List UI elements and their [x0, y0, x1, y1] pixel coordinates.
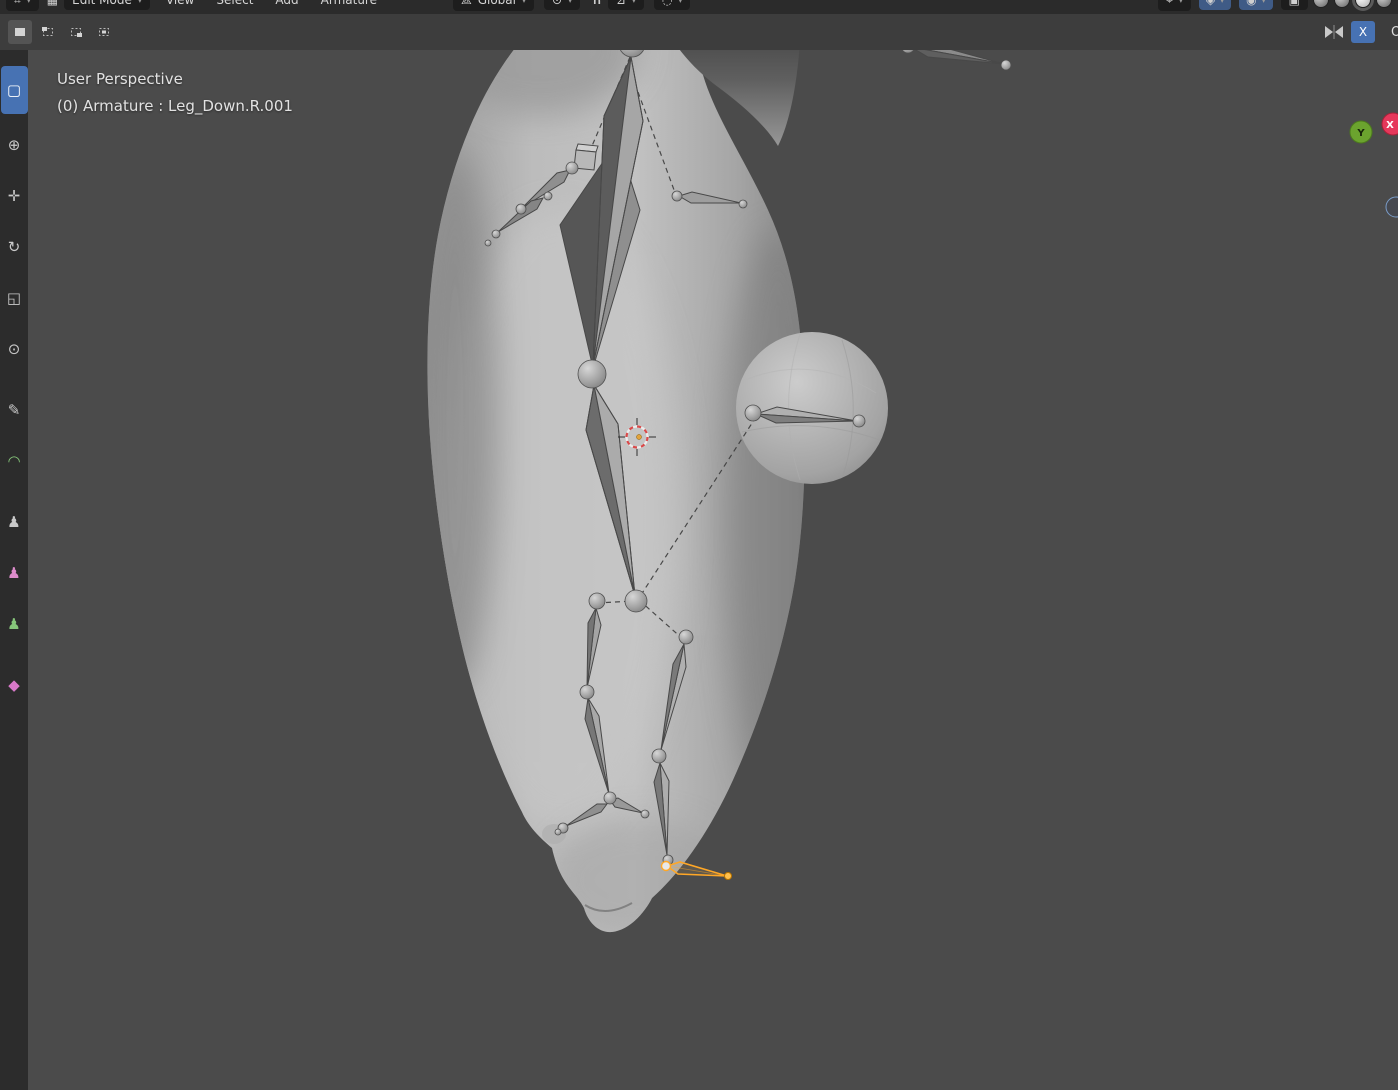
tool-move[interactable]: ✛ — [1, 176, 28, 216]
select-mode-set[interactable] — [8, 20, 32, 44]
menu-view[interactable]: View — [160, 0, 200, 9]
proportional-edit-dropdown[interactable]: ◌ ▾ — [653, 0, 691, 10]
tool-cursor[interactable]: ⊕ — [1, 125, 28, 165]
chevron-down-icon: ▾ — [631, 0, 636, 5]
tool-extrude[interactable]: ♟ — [1, 502, 28, 542]
shading-wireframe-icon[interactable] — [1313, 0, 1329, 8]
select-mode-subtract[interactable] — [64, 20, 88, 44]
active-object-label: (0) Armature : Leg_Down.R.001 — [57, 97, 293, 115]
snap-target-icon: ⊿ — [615, 0, 626, 7]
x-axis-mirror-toggle[interactable]: X — [1351, 21, 1375, 43]
overlays-icon: ◉ — [1246, 0, 1257, 7]
chevron-down-icon: ▾ — [568, 0, 573, 5]
tool-select-box[interactable]: ▢ — [0, 66, 28, 114]
chevron-down-icon: ▾ — [26, 0, 31, 5]
mode-dropdown[interactable]: Edit Mode ▾ — [64, 0, 150, 10]
orientation-label: Global — [477, 0, 516, 7]
tool-annotate[interactable]: ✎ — [1, 390, 28, 430]
snap-magnet-icon[interactable]: ∩ — [592, 0, 602, 7]
gizmo-y-label: Y — [1356, 128, 1365, 139]
visibility-dropdown[interactable]: ⌖ ▾ — [1158, 0, 1191, 11]
proportional-edit-icon: ◌ — [661, 0, 673, 7]
tool-shear[interactable]: ◆ — [1, 665, 28, 705]
shading-material-icon[interactable] — [1355, 0, 1371, 8]
visibility-icon: ⌖ — [1166, 0, 1173, 8]
viewport-header: ⌗ ▾ ▦ Edit Mode ▾ View Select Add Armatu… — [0, 0, 1398, 14]
blender-window: { "colors":{ "accent_blue":"#4772b3", "s… — [0, 0, 1398, 1090]
editor-type-icon: ⌗ — [14, 0, 21, 8]
orientation-icon: ⟁ — [461, 0, 472, 8]
menu-armature[interactable]: Armature — [315, 0, 383, 9]
gizmo-icon: ◈ — [1205, 0, 1216, 7]
viewport-3d-scene[interactable] — [0, 0, 1398, 1090]
viewport-perspective-label: User Perspective — [57, 70, 183, 88]
shading-rendered-icon[interactable] — [1376, 0, 1392, 8]
body-mesh — [427, 0, 888, 933]
chevron-down-icon: ▾ — [1178, 0, 1183, 5]
shading-solid-icon[interactable] — [1334, 0, 1350, 8]
x-mirror-butterfly-icon — [1325, 25, 1343, 39]
tool-roll[interactable]: ♟ — [1, 553, 28, 593]
menu-add[interactable]: Add — [269, 0, 304, 9]
navigation-gizmo[interactable]: Y X — [1338, 112, 1398, 222]
pivot-point-icon: ⊙ — [552, 0, 563, 7]
options-dropdown[interactable]: O — [1391, 25, 1398, 40]
select-mode-extend[interactable] — [36, 20, 60, 44]
xray-toggle[interactable]: ▣ — [1280, 0, 1308, 10]
pivot-dropdown[interactable]: ⊙ ▾ — [544, 0, 581, 10]
chevron-down-icon: ▾ — [678, 0, 683, 5]
edit-mode-icon: ▦ — [46, 0, 59, 7]
tool-transform[interactable]: ⊙ — [1, 329, 28, 369]
tool-measure[interactable]: ◠ — [1, 441, 28, 481]
orientation-dropdown[interactable]: ⟁ Global ▾ — [452, 0, 534, 11]
snap-settings-dropdown[interactable]: ⊿ ▾ — [607, 0, 644, 10]
tool-rotate[interactable]: ↻ — [1, 227, 28, 267]
gizmo-x-label: X — [1386, 120, 1394, 131]
chevron-down-icon: ▾ — [1220, 0, 1225, 5]
chevron-down-icon: ▾ — [1261, 0, 1266, 5]
chevron-down-icon: ▾ — [137, 0, 142, 5]
tool-settings-bar: X O — [0, 14, 1398, 50]
mode-label: Edit Mode — [72, 0, 132, 7]
select-mode-invert[interactable] — [92, 20, 116, 44]
show-overlays-toggle[interactable]: ◉ ▾ — [1239, 0, 1273, 10]
gizmo-minus-axis[interactable] — [1385, 196, 1398, 218]
menu-select[interactable]: Select — [210, 0, 259, 9]
xray-icon: ▣ — [1288, 0, 1300, 7]
show-gizmo-toggle[interactable]: ◈ ▾ — [1198, 0, 1232, 10]
toolbar: ▢ ⊕ ✛ ↻ ◱ ⊙ ✎ ◠ ♟ ♟ ♟ ◆ — [0, 50, 28, 1090]
chevron-down-icon: ▾ — [521, 0, 526, 5]
tool-bone-envelope[interactable]: ♟ — [1, 604, 28, 644]
tool-scale[interactable]: ◱ — [1, 278, 28, 318]
editor-type-button[interactable]: ⌗ ▾ — [6, 0, 39, 11]
